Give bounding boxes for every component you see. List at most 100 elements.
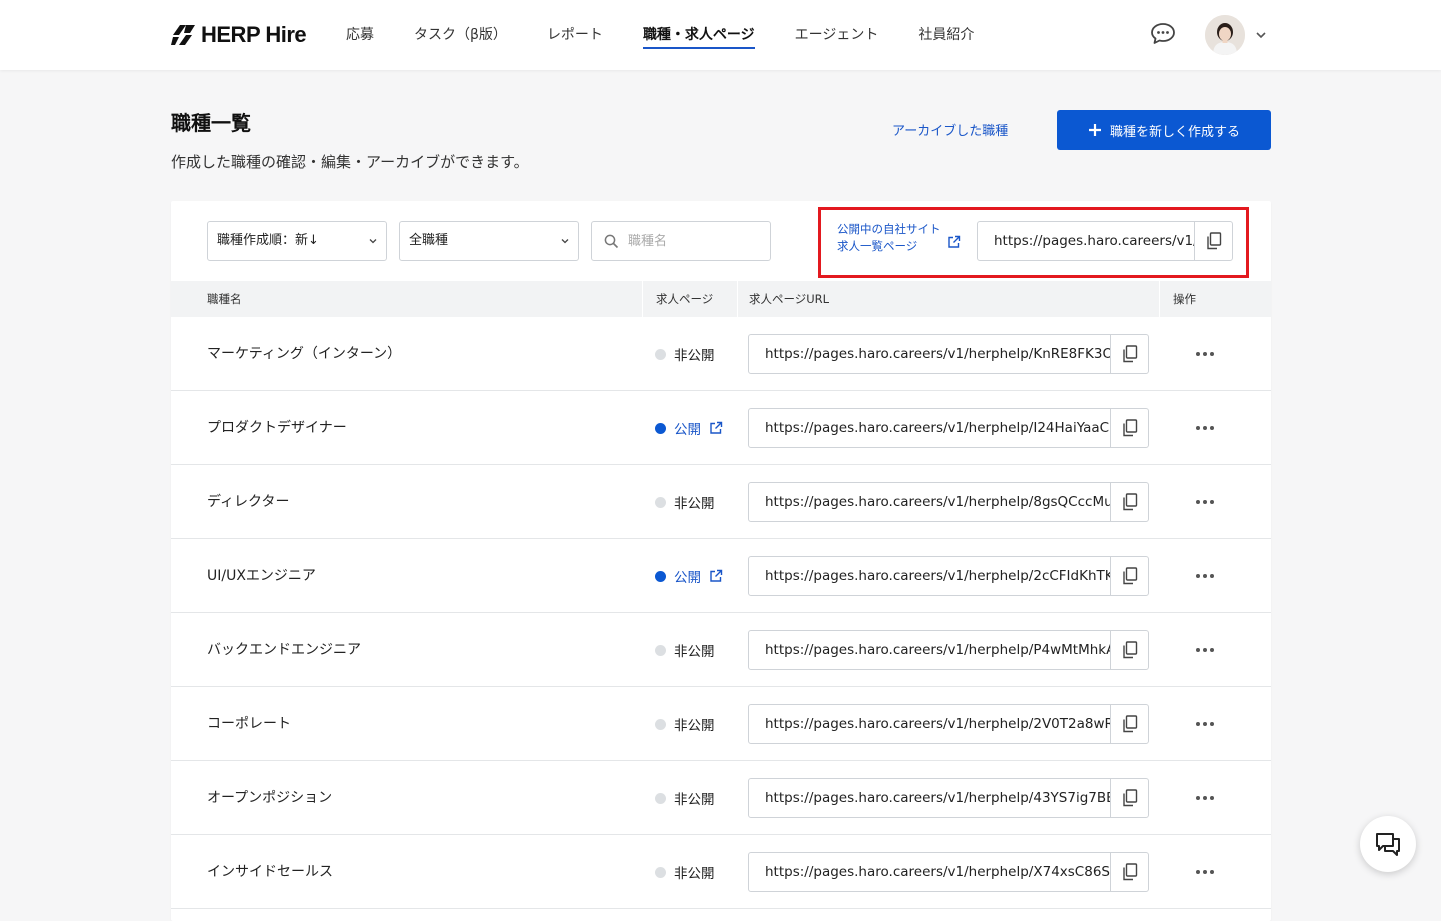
support-chat-button[interactable] (1360, 816, 1416, 872)
job-name[interactable]: コーポレート (207, 687, 291, 761)
chat-icon[interactable] (1150, 22, 1176, 46)
public-site-link-line2: 求人一覧ページ (837, 239, 918, 253)
more-icon[interactable] (1191, 492, 1219, 512)
copy-icon (1122, 715, 1137, 733)
publish-status[interactable]: 公開 (655, 539, 723, 613)
public-site-link[interactable]: 公開中の自社サイト 求人一覧ページ (837, 221, 941, 255)
job-name[interactable]: マーケティング（インターン） (207, 317, 401, 391)
nav-item-applications[interactable]: 応募 (346, 0, 374, 70)
chevron-down-icon[interactable] (1254, 28, 1268, 42)
status-dot (655, 644, 666, 656)
archived-jobs-link[interactable]: アーカイブした職種 (892, 120, 1008, 139)
search-icon (604, 234, 619, 249)
publish-status[interactable]: 公開 (655, 391, 723, 465)
sort-select-value: 職種作成順：新↓ (217, 233, 319, 248)
col-header-page: 求人ページ (656, 292, 714, 306)
copy-icon (1122, 345, 1137, 363)
copy-button[interactable] (1110, 705, 1148, 743)
nav-item-tasks[interactable]: タスク（β版） (414, 0, 507, 70)
herp-logo-icon (171, 25, 195, 45)
copy-icon (1122, 863, 1137, 881)
jobs-card: 職種作成順：新↓ 全職種 公開中の自社サイト 求人一覧ページ https://p… (171, 201, 1271, 921)
chevron-down-icon (369, 239, 377, 244)
more-icon[interactable] (1191, 566, 1219, 586)
table-row[interactable]: プロダクトデザイナー 公開 https://pages.haro.careers… (171, 391, 1271, 465)
status-dot (655, 792, 666, 804)
public-site-url-field[interactable]: https://pages.haro.careers/v1/herphelp (977, 221, 1233, 261)
copy-button[interactable] (1110, 557, 1148, 595)
status-label: 非公開 (674, 348, 715, 364)
table-row[interactable]: ディレクター 非公開 https://pages.haro.careers/v1… (171, 465, 1271, 539)
publish-status: 非公開 (655, 465, 715, 539)
table-row[interactable]: オープンポジション 非公開 https://pages.haro.careers… (171, 761, 1271, 835)
copy-button[interactable] (1110, 409, 1148, 447)
table-row[interactable]: マーケティング（インターン） 非公開 https://pages.haro.ca… (171, 317, 1271, 391)
job-url: https://pages.haro.careers/v1/herphelp/4… (765, 790, 1111, 806)
top-navigation-bar: HERP Hire 応募 タスク（β版） レポート 職種・求人ページ エージェン… (0, 0, 1441, 70)
external-link-icon[interactable] (709, 421, 723, 435)
status-label: 非公開 (674, 496, 715, 512)
copy-button[interactable] (1194, 222, 1232, 260)
external-link-icon[interactable] (709, 569, 723, 583)
public-site-url: https://pages.haro.careers/v1/herphelp (994, 233, 1194, 249)
copy-button[interactable] (1110, 335, 1148, 373)
table-row[interactable]: コーポレート 非公開 https://pages.haro.careers/v1… (171, 687, 1271, 761)
job-url-field[interactable]: https://pages.haro.careers/v1/herphelp/4… (748, 778, 1149, 818)
nav-item-agents[interactable]: エージェント (795, 0, 879, 70)
job-search-input[interactable] (628, 231, 758, 251)
nav-item-jobs[interactable]: 職種・求人ページ (642, 0, 755, 70)
nav-item-referrals[interactable]: 社員紹介 (918, 0, 974, 70)
job-url-field[interactable]: https://pages.haro.careers/v1/herphelp/8… (748, 482, 1149, 522)
job-name[interactable]: UI/UXエンジニア (207, 539, 316, 613)
more-icon[interactable] (1191, 344, 1219, 364)
job-url: https://pages.haro.careers/v1/herphelp/P… (765, 642, 1111, 658)
job-url-field[interactable]: https://pages.haro.careers/v1/herphelp/X… (748, 852, 1149, 892)
col-header-ops: 操作 (1173, 292, 1196, 306)
table-row[interactable]: UI/UXエンジニア 公開 https://pages.haro.careers… (171, 539, 1271, 613)
job-url: https://pages.haro.careers/v1/herphelp/2… (765, 568, 1111, 584)
more-icon[interactable] (1191, 418, 1219, 438)
job-url: https://pages.haro.careers/v1/herphelp/2… (765, 716, 1111, 732)
logo-text: HERP Hire (201, 22, 307, 47)
status-label: 非公開 (674, 866, 715, 882)
copy-button[interactable] (1110, 853, 1148, 891)
job-name[interactable]: インサイドセールス (207, 835, 333, 909)
create-job-button[interactable]: 職種を新しく作成する (1057, 110, 1271, 150)
copy-icon (1122, 419, 1137, 437)
sort-select[interactable]: 職種作成順：新↓ (207, 221, 387, 261)
page-title: 職種一覧 (171, 111, 251, 135)
category-select[interactable]: 全職種 (399, 221, 579, 261)
copy-button[interactable] (1110, 779, 1148, 817)
more-icon[interactable] (1191, 714, 1219, 734)
col-header-name: 職種名 (207, 292, 242, 306)
status-dot (655, 348, 666, 360)
job-name[interactable]: オープンポジション (207, 761, 332, 835)
user-avatar[interactable] (1205, 15, 1245, 55)
table-row[interactable]: バックエンドエンジニア 非公開 https://pages.haro.caree… (171, 613, 1271, 687)
more-icon[interactable] (1191, 640, 1219, 660)
avatar-image (1205, 15, 1245, 55)
copy-button[interactable] (1110, 631, 1148, 669)
job-url-field[interactable]: https://pages.haro.careers/v1/herphelp/2… (748, 556, 1149, 596)
col-divider (737, 281, 738, 317)
more-icon[interactable] (1191, 862, 1219, 882)
status-label: 非公開 (674, 718, 715, 734)
nav-item-reports[interactable]: レポート (547, 0, 603, 70)
job-url: https://pages.haro.careers/v1/herphelp/X… (765, 864, 1111, 880)
job-name[interactable]: バックエンドエンジニア (207, 613, 361, 687)
more-icon[interactable] (1191, 788, 1219, 808)
job-url-field[interactable]: https://pages.haro.careers/v1/herphelp/2… (748, 704, 1149, 744)
job-name[interactable]: ディレクター (207, 465, 289, 539)
job-url-field[interactable]: https://pages.haro.careers/v1/herphelp/K… (748, 334, 1149, 374)
job-url-field[interactable]: https://pages.haro.careers/v1/herphelp/I… (748, 408, 1149, 448)
job-url-field[interactable]: https://pages.haro.careers/v1/herphelp/P… (748, 630, 1149, 670)
status-label: 非公開 (674, 644, 715, 660)
col-divider (1159, 281, 1160, 317)
herp-hire-logo[interactable]: HERP Hire (171, 21, 307, 49)
copy-button[interactable] (1110, 483, 1148, 521)
status-label: 公開 (674, 570, 701, 586)
external-link-icon[interactable] (947, 235, 961, 249)
job-url: https://pages.haro.careers/v1/herphelp/I… (765, 420, 1111, 436)
table-row[interactable]: インサイドセールス 非公開 https://pages.haro.careers… (171, 835, 1271, 909)
job-name[interactable]: プロダクトデザイナー (207, 391, 347, 465)
